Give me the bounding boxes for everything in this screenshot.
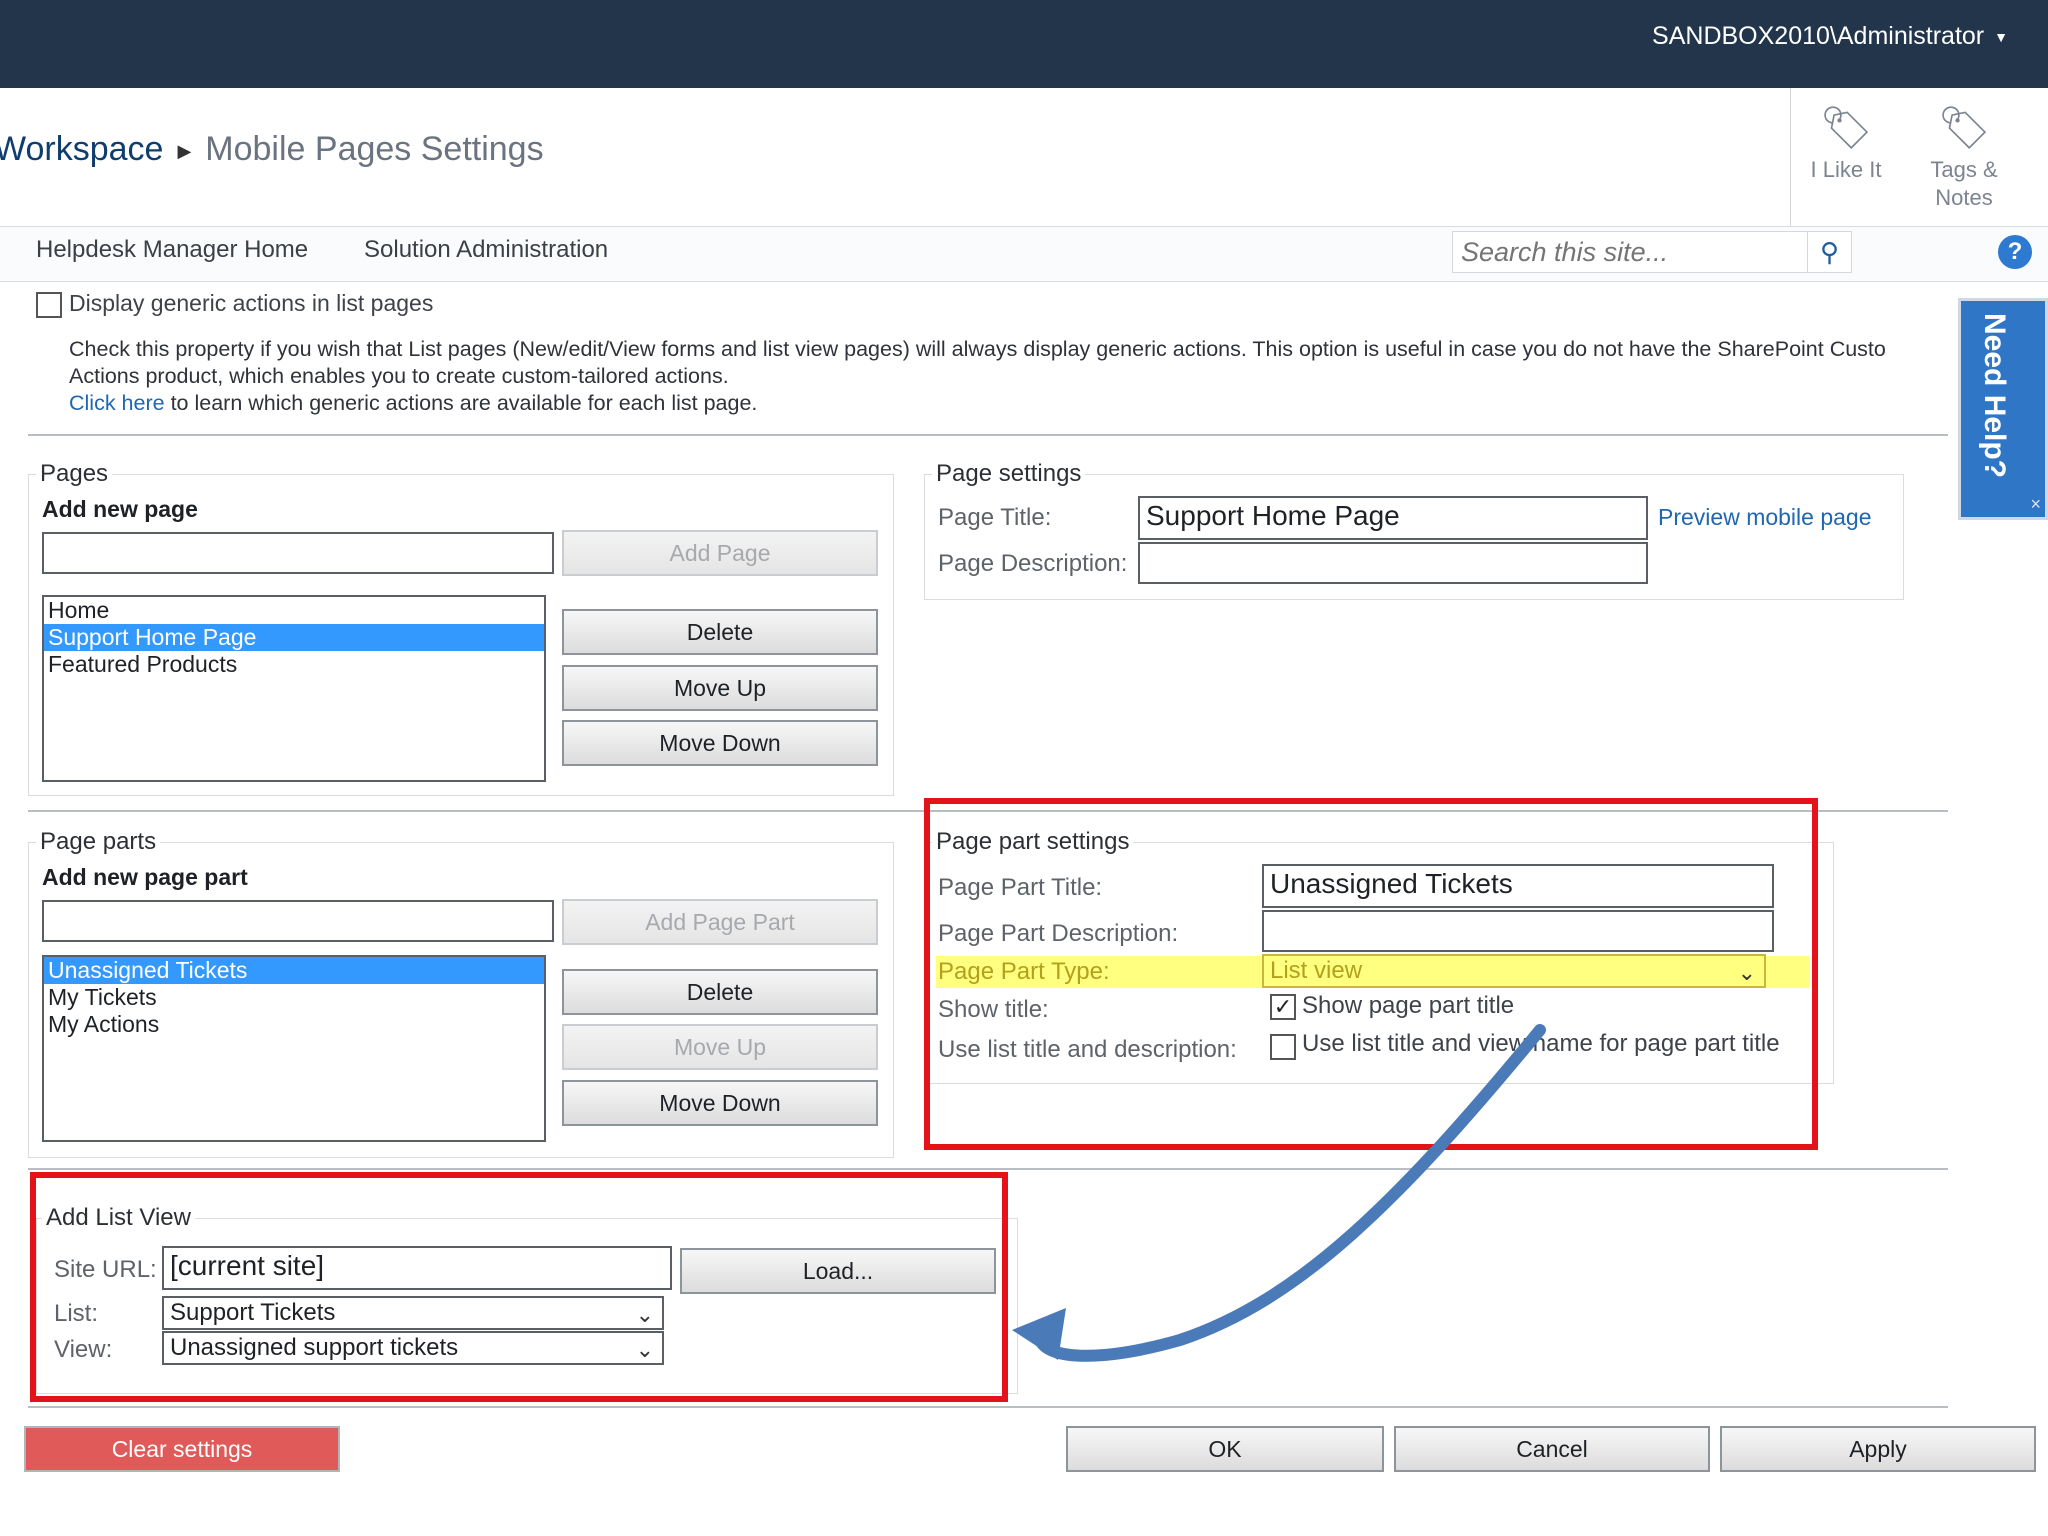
apply-button[interactable]: Apply bbox=[1720, 1426, 2036, 1472]
ok-button[interactable]: OK bbox=[1066, 1426, 1384, 1472]
cancel-button[interactable]: Cancel bbox=[1394, 1426, 1710, 1472]
clear-settings-button[interactable]: Clear settings bbox=[24, 1426, 340, 1472]
divider bbox=[28, 1406, 1948, 1408]
annotation-arrow bbox=[1012, 1024, 1546, 1362]
